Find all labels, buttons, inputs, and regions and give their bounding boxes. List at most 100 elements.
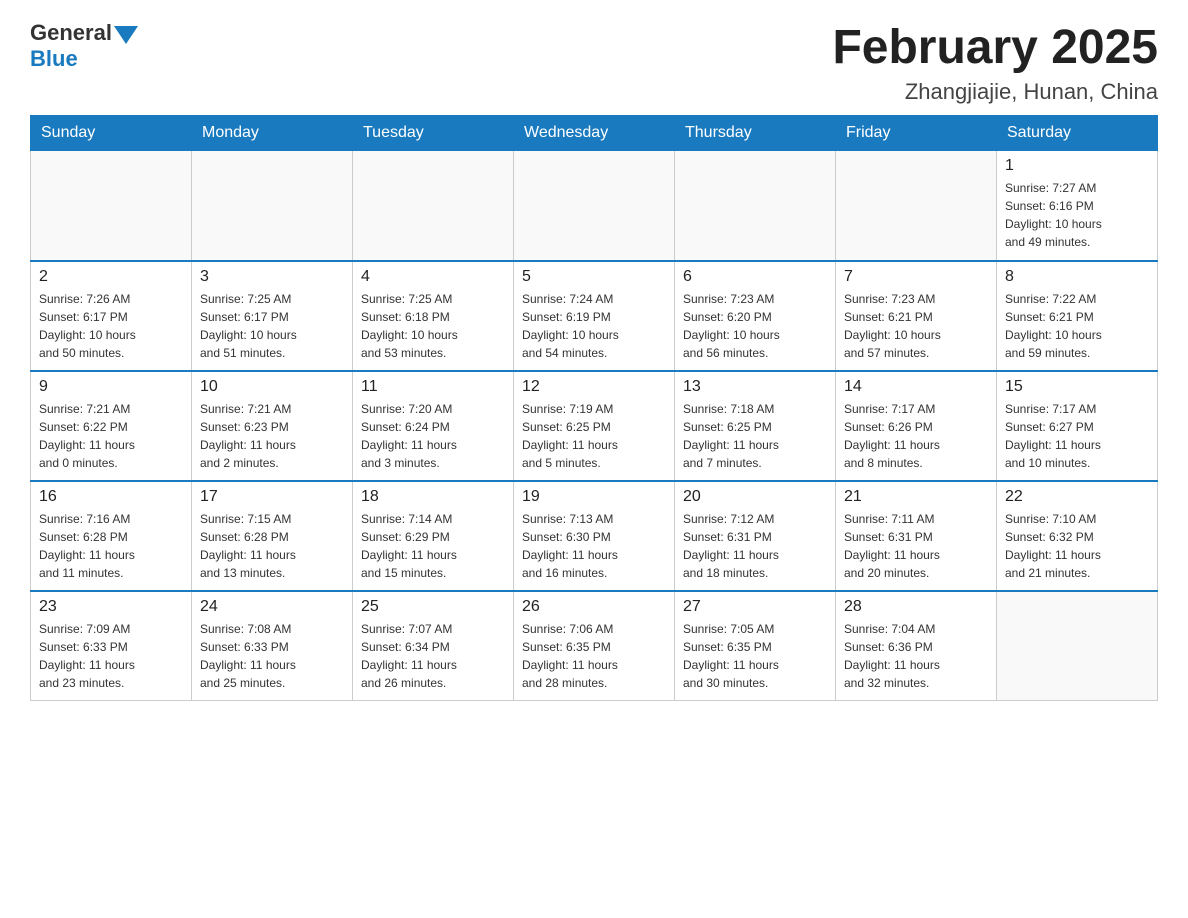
day-number: 1 (1005, 157, 1149, 175)
logo-blue-text: Blue (30, 46, 78, 71)
day-number: 18 (361, 488, 505, 506)
day-info: Sunrise: 7:20 AM Sunset: 6:24 PM Dayligh… (361, 400, 505, 472)
day-number: 28 (844, 598, 988, 616)
day-number: 11 (361, 378, 505, 396)
calendar-day-cell (31, 151, 192, 261)
day-info: Sunrise: 7:25 AM Sunset: 6:17 PM Dayligh… (200, 290, 344, 362)
calendar-day-cell (353, 151, 514, 261)
day-number: 2 (39, 268, 183, 286)
day-number: 24 (200, 598, 344, 616)
day-of-week-header: Monday (192, 116, 353, 151)
calendar-day-cell (997, 591, 1158, 701)
calendar-day-cell: 7 Sunrise: 7:23 AM Sunset: 6:21 PM Daylig… (836, 261, 997, 371)
calendar-day-cell: 14 Sunrise: 7:17 AM Sunset: 6:26 PM Dayli… (836, 371, 997, 481)
calendar-day-cell (192, 151, 353, 261)
day-info: Sunrise: 7:05 AM Sunset: 6:35 PM Dayligh… (683, 620, 827, 692)
day-info: Sunrise: 7:26 AM Sunset: 6:17 PM Dayligh… (39, 290, 183, 362)
day-info: Sunrise: 7:14 AM Sunset: 6:29 PM Dayligh… (361, 510, 505, 582)
day-info: Sunrise: 7:19 AM Sunset: 6:25 PM Dayligh… (522, 400, 666, 472)
day-number: 12 (522, 378, 666, 396)
day-number: 16 (39, 488, 183, 506)
day-info: Sunrise: 7:17 AM Sunset: 6:27 PM Dayligh… (1005, 400, 1149, 472)
day-of-week-header: Wednesday (514, 116, 675, 151)
day-info: Sunrise: 7:06 AM Sunset: 6:35 PM Dayligh… (522, 620, 666, 692)
day-number: 8 (1005, 268, 1149, 286)
calendar-day-cell: 6 Sunrise: 7:23 AM Sunset: 6:20 PM Daylig… (675, 261, 836, 371)
day-number: 14 (844, 378, 988, 396)
calendar-day-cell: 15 Sunrise: 7:17 AM Sunset: 6:27 PM Dayli… (997, 371, 1158, 481)
calendar-day-cell: 9 Sunrise: 7:21 AM Sunset: 6:22 PM Daylig… (31, 371, 192, 481)
calendar-day-cell (514, 151, 675, 261)
calendar-week-row: 9 Sunrise: 7:21 AM Sunset: 6:22 PM Daylig… (31, 371, 1158, 481)
day-number: 3 (200, 268, 344, 286)
day-number: 25 (361, 598, 505, 616)
day-of-week-header: Thursday (675, 116, 836, 151)
day-info: Sunrise: 7:23 AM Sunset: 6:20 PM Dayligh… (683, 290, 827, 362)
day-of-week-header: Sunday (31, 116, 192, 151)
calendar-day-cell: 22 Sunrise: 7:10 AM Sunset: 6:32 PM Dayli… (997, 481, 1158, 591)
calendar-week-row: 2 Sunrise: 7:26 AM Sunset: 6:17 PM Daylig… (31, 261, 1158, 371)
day-number: 19 (522, 488, 666, 506)
calendar-day-cell (675, 151, 836, 261)
day-info: Sunrise: 7:04 AM Sunset: 6:36 PM Dayligh… (844, 620, 988, 692)
calendar-day-cell: 8Sunrise: 7:22 AM Sunset: 6:21 PM Daylig… (997, 261, 1158, 371)
day-number: 4 (361, 268, 505, 286)
calendar-day-cell (836, 151, 997, 261)
calendar-table: SundayMondayTuesdayWednesdayThursdayFrid… (30, 115, 1158, 701)
day-number: 20 (683, 488, 827, 506)
day-number: 22 (1005, 488, 1149, 506)
day-info: Sunrise: 7:24 AM Sunset: 6:19 PM Dayligh… (522, 290, 666, 362)
day-info: Sunrise: 7:17 AM Sunset: 6:26 PM Dayligh… (844, 400, 988, 472)
day-info: Sunrise: 7:23 AM Sunset: 6:21 PM Dayligh… (844, 290, 988, 362)
day-info: Sunrise: 7:21 AM Sunset: 6:23 PM Dayligh… (200, 400, 344, 472)
day-info: Sunrise: 7:16 AM Sunset: 6:28 PM Dayligh… (39, 510, 183, 582)
day-info: Sunrise: 7:25 AM Sunset: 6:18 PM Dayligh… (361, 290, 505, 362)
calendar-day-cell: 13 Sunrise: 7:18 AM Sunset: 6:25 PM Dayli… (675, 371, 836, 481)
day-info: Sunrise: 7:10 AM Sunset: 6:32 PM Dayligh… (1005, 510, 1149, 582)
day-number: 7 (844, 268, 988, 286)
day-info: Sunrise: 7:09 AM Sunset: 6:33 PM Dayligh… (39, 620, 183, 692)
calendar-day-cell: 27Sunrise: 7:05 AM Sunset: 6:35 PM Dayli… (675, 591, 836, 701)
logo-general-text: General (30, 20, 112, 46)
calendar-day-cell: 23 Sunrise: 7:09 AM Sunset: 6:33 PM Dayli… (31, 591, 192, 701)
day-number: 10 (200, 378, 344, 396)
day-info: Sunrise: 7:18 AM Sunset: 6:25 PM Dayligh… (683, 400, 827, 472)
calendar-day-cell: 21 Sunrise: 7:11 AM Sunset: 6:31 PM Dayli… (836, 481, 997, 591)
day-number: 21 (844, 488, 988, 506)
day-of-week-header: Tuesday (353, 116, 514, 151)
day-info: Sunrise: 7:08 AM Sunset: 6:33 PM Dayligh… (200, 620, 344, 692)
calendar-day-cell: 12 Sunrise: 7:19 AM Sunset: 6:25 PM Dayli… (514, 371, 675, 481)
calendar-day-cell: 16 Sunrise: 7:16 AM Sunset: 6:28 PM Dayli… (31, 481, 192, 591)
calendar-day-cell: 25 Sunrise: 7:07 AM Sunset: 6:34 PM Dayli… (353, 591, 514, 701)
calendar-day-cell: 4 Sunrise: 7:25 AM Sunset: 6:18 PM Daylig… (353, 261, 514, 371)
title-block: February 2025 Zhangjiajie, Hunan, China (832, 20, 1158, 105)
calendar-week-row: 16 Sunrise: 7:16 AM Sunset: 6:28 PM Dayli… (31, 481, 1158, 591)
day-info: Sunrise: 7:21 AM Sunset: 6:22 PM Dayligh… (39, 400, 183, 472)
day-info: Sunrise: 7:12 AM Sunset: 6:31 PM Dayligh… (683, 510, 827, 582)
calendar-day-cell: 19 Sunrise: 7:13 AM Sunset: 6:30 PM Dayli… (514, 481, 675, 591)
day-info: Sunrise: 7:11 AM Sunset: 6:31 PM Dayligh… (844, 510, 988, 582)
page-header: General Blue February 2025 Zhangjiajie, … (30, 20, 1158, 105)
day-number: 13 (683, 378, 827, 396)
day-number: 6 (683, 268, 827, 286)
day-number: 23 (39, 598, 183, 616)
calendar-week-row: 1Sunrise: 7:27 AM Sunset: 6:16 PM Daylig… (31, 151, 1158, 261)
day-number: 5 (522, 268, 666, 286)
calendar-day-cell: 28 Sunrise: 7:04 AM Sunset: 6:36 PM Dayli… (836, 591, 997, 701)
calendar-day-cell: 17Sunrise: 7:15 AM Sunset: 6:28 PM Dayli… (192, 481, 353, 591)
calendar-day-cell: 3 Sunrise: 7:25 AM Sunset: 6:17 PM Daylig… (192, 261, 353, 371)
day-number: 15 (1005, 378, 1149, 396)
calendar-day-cell: 24 Sunrise: 7:08 AM Sunset: 6:33 PM Dayli… (192, 591, 353, 701)
day-info: Sunrise: 7:13 AM Sunset: 6:30 PM Dayligh… (522, 510, 666, 582)
calendar-day-cell: 2 Sunrise: 7:26 AM Sunset: 6:17 PM Daylig… (31, 261, 192, 371)
calendar-day-cell: 1Sunrise: 7:27 AM Sunset: 6:16 PM Daylig… (997, 151, 1158, 261)
day-info: Sunrise: 7:07 AM Sunset: 6:34 PM Dayligh… (361, 620, 505, 692)
day-number: 9 (39, 378, 183, 396)
calendar-week-row: 23 Sunrise: 7:09 AM Sunset: 6:33 PM Dayli… (31, 591, 1158, 701)
calendar-day-cell: 10 Sunrise: 7:21 AM Sunset: 6:23 PM Dayli… (192, 371, 353, 481)
calendar-day-cell: 18 Sunrise: 7:14 AM Sunset: 6:29 PM Dayli… (353, 481, 514, 591)
day-info: Sunrise: 7:15 AM Sunset: 6:28 PM Dayligh… (200, 510, 344, 582)
day-of-week-header: Saturday (997, 116, 1158, 151)
calendar-day-cell: 20 Sunrise: 7:12 AM Sunset: 6:31 PM Dayli… (675, 481, 836, 591)
calendar-day-cell: 11 Sunrise: 7:20 AM Sunset: 6:24 PM Dayli… (353, 371, 514, 481)
